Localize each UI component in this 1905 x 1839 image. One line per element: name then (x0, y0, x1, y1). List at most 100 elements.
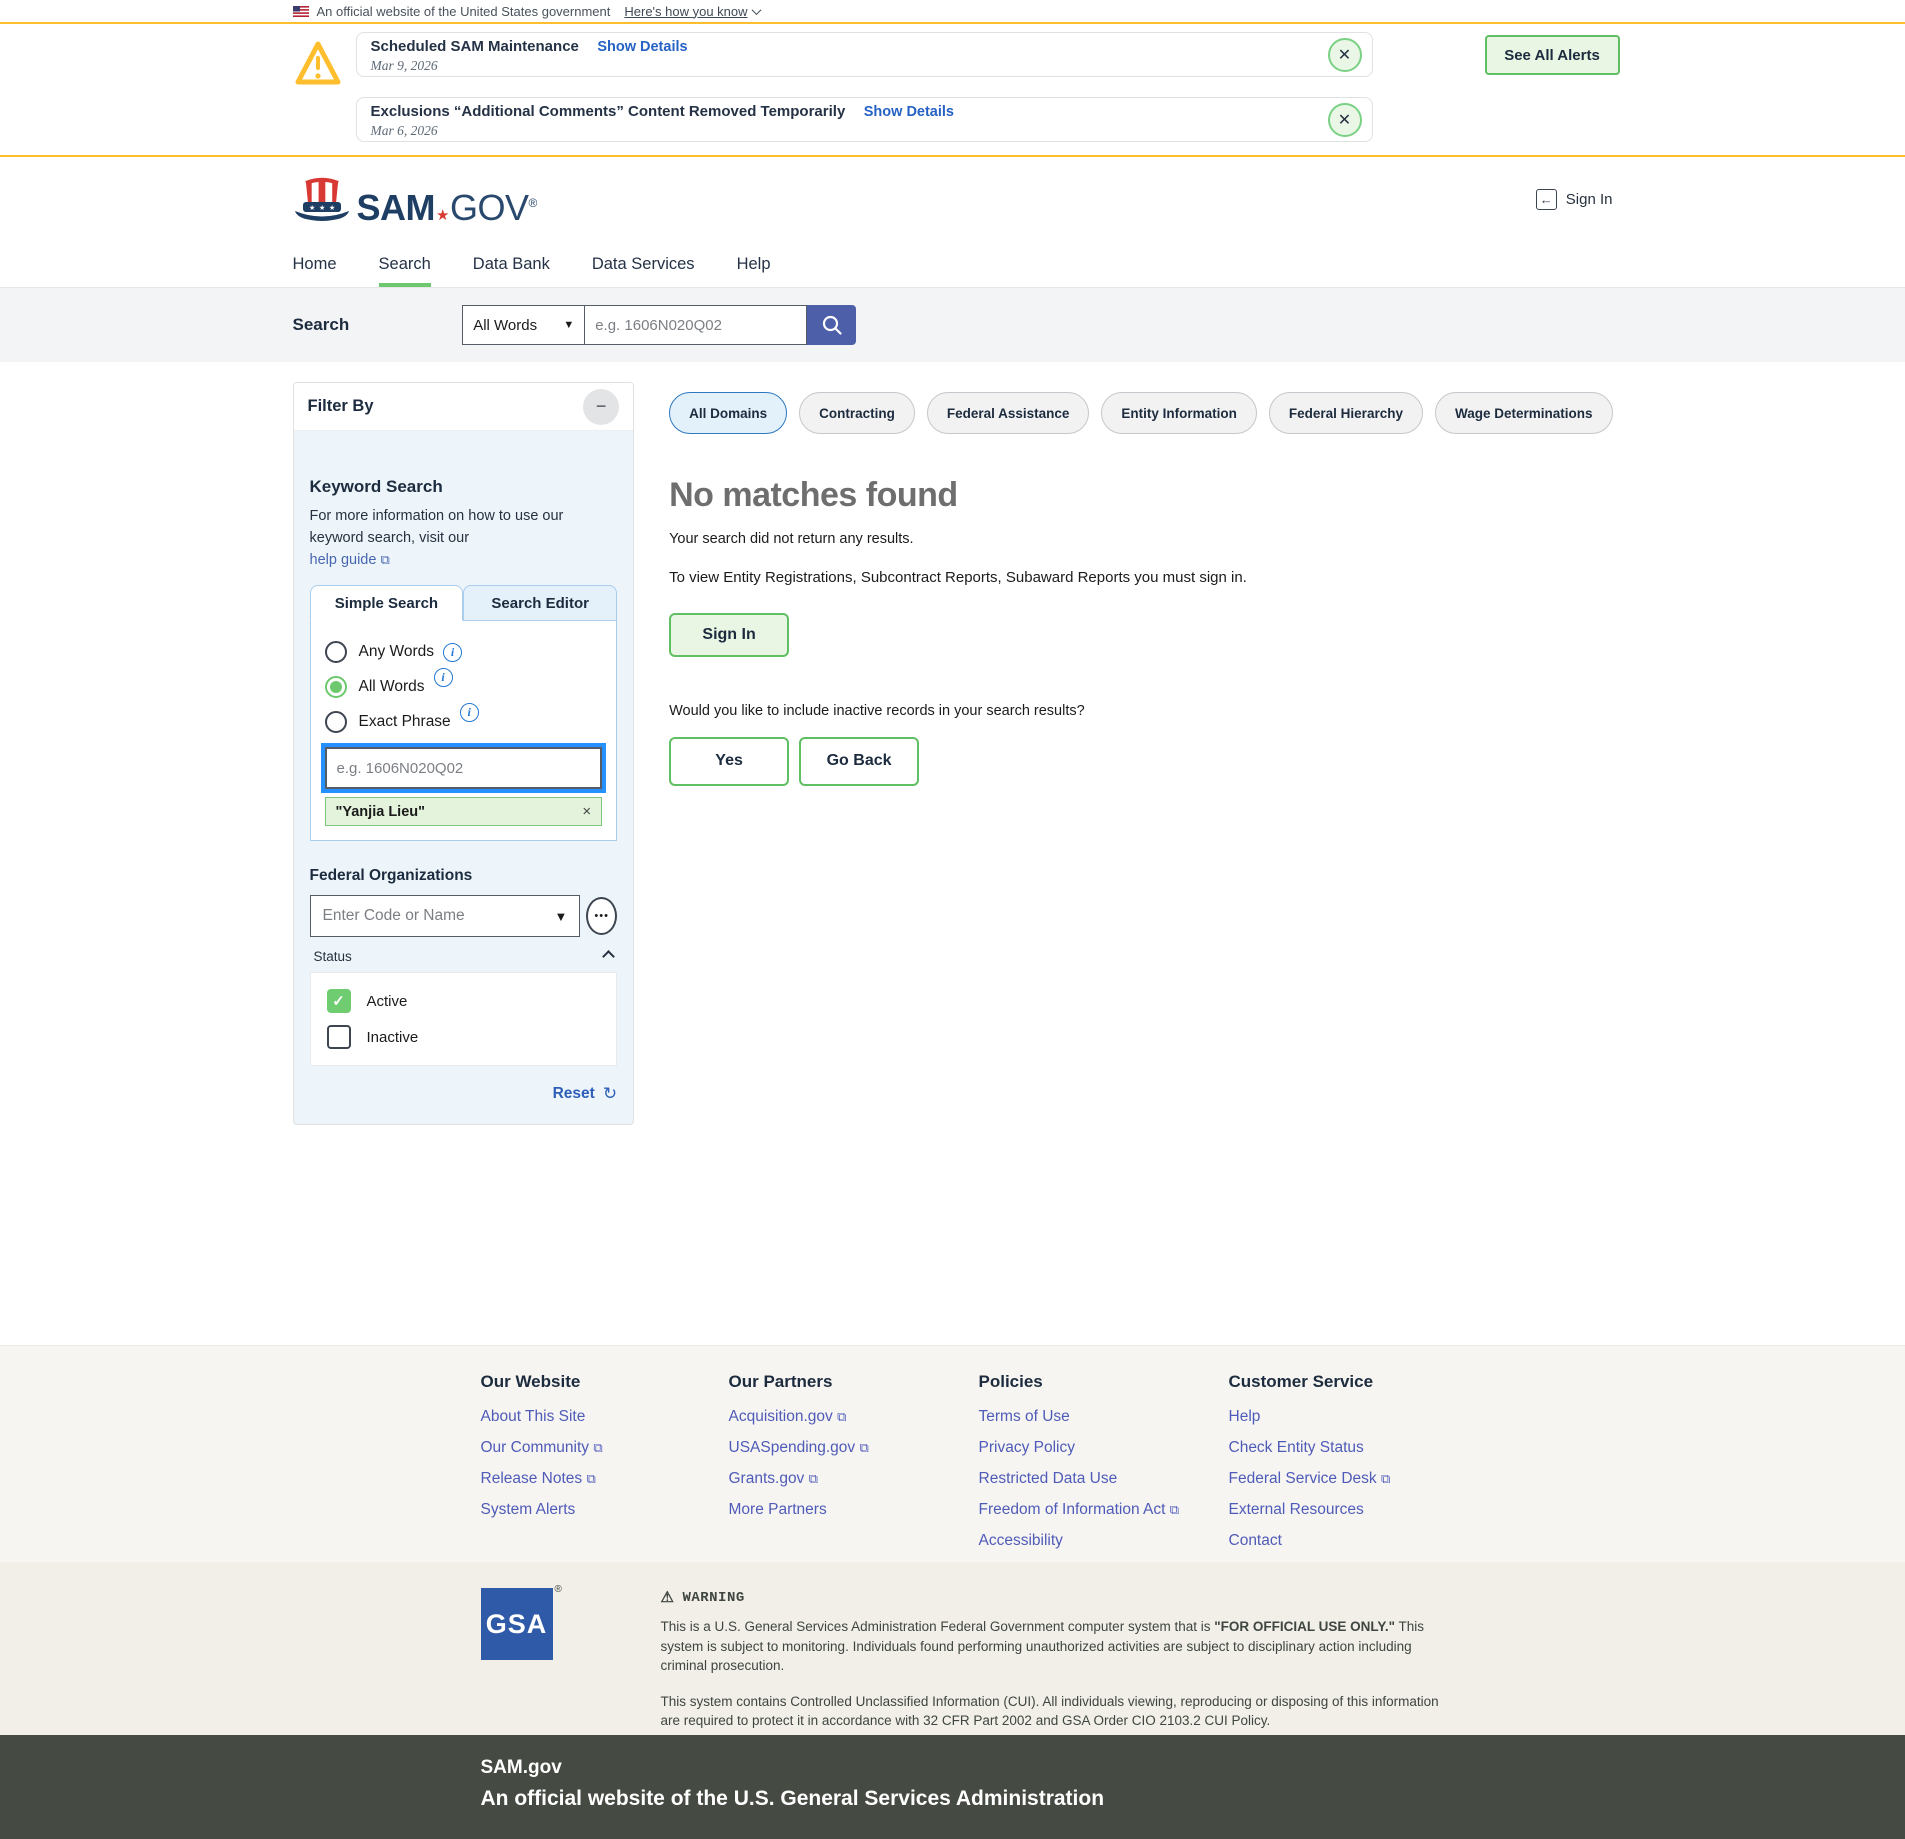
search-mode-select[interactable]: All Words ▼ (462, 305, 585, 345)
footer-link-acquisition-gov[interactable]: Acquisition.gov ⧉ (729, 1408, 979, 1426)
status-accordion-header[interactable]: Status (310, 949, 618, 964)
banner-how-link[interactable]: Here's how you know (624, 4, 759, 19)
close-alert-button[interactable]: ✕ (1328, 38, 1362, 72)
svg-text:★: ★ (309, 204, 315, 212)
alert-date: Mar 6, 2026 (371, 123, 1312, 139)
results-area: All Domains Contracting Federal Assistan… (669, 382, 1612, 786)
reset-filters-link[interactable]: Reset (553, 1085, 595, 1103)
search-input[interactable] (585, 305, 807, 345)
tab-search-editor[interactable]: Search Editor (463, 585, 617, 621)
usa-gov-banner: An official website of the United States… (0, 0, 1905, 24)
federal-organizations-select[interactable]: Enter Code or Name ▼ (310, 895, 581, 937)
domain-tab-entity-information[interactable]: Entity Information (1101, 392, 1257, 434)
footer-link-usaspending-gov[interactable]: USASpending.gov ⧉ (729, 1439, 979, 1457)
radio-any-words[interactable] (325, 641, 347, 663)
domain-tab-all-domains[interactable]: All Domains (669, 392, 787, 434)
alert: Exclusions “Additional Comments” Content… (356, 97, 1373, 142)
close-alert-button[interactable]: ✕ (1328, 103, 1362, 137)
chevron-down-icon: ▼ (563, 319, 574, 331)
footer-link-about-this-site[interactable]: About This Site (481, 1408, 729, 1426)
status-options: ✓ Active Inactive (310, 972, 618, 1066)
identity-footer: SAM.gov An official website of the U.S. … (0, 1735, 1905, 1839)
yes-button[interactable]: Yes (669, 737, 789, 786)
footer-link-more-partners[interactable]: More Partners (729, 1501, 979, 1519)
remove-chip-icon[interactable]: × (582, 803, 591, 820)
tab-simple-search[interactable]: Simple Search (310, 585, 464, 621)
radio-label: Any Words (359, 643, 435, 661)
nav-item-search[interactable]: Search (379, 242, 431, 287)
footer-link-check-entity-status[interactable]: Check Entity Status (1229, 1439, 1479, 1457)
keyword-input[interactable] (325, 747, 603, 789)
footer-link-restricted-data-use[interactable]: Restricted Data Use (979, 1470, 1229, 1488)
federal-organizations-heading: Federal Organizations (310, 867, 618, 885)
nav-item-home[interactable]: Home (293, 242, 337, 287)
minus-icon: − (596, 396, 607, 416)
show-details-link[interactable]: Show Details (864, 104, 954, 120)
footer-column-policies: Policies Terms of Use Privacy Policy Res… (979, 1372, 1229, 1563)
warning-heading: ⚠ WARNING (661, 1588, 1461, 1607)
footer-link-federal-service-desk[interactable]: Federal Service Desk ⧉ (1229, 1470, 1479, 1488)
footer-link-privacy-policy[interactable]: Privacy Policy (979, 1439, 1229, 1457)
external-link-icon: ⧉ (1170, 1502, 1179, 1517)
footer-link-help[interactable]: Help (1229, 1408, 1479, 1426)
sign-in-link[interactable]: ← Sign In (1536, 189, 1613, 210)
footer-tagline: An official website of the U.S. General … (481, 1787, 1613, 1811)
close-icon: ✕ (1338, 110, 1351, 130)
radio-label: All Words (359, 678, 425, 696)
collapse-filters-button[interactable]: − (583, 389, 619, 425)
keyword-search-info: For more information on how to use our k… (310, 506, 618, 571)
alert-title: Scheduled SAM Maintenance (371, 38, 579, 55)
show-details-link[interactable]: Show Details (597, 39, 687, 55)
checkbox-active[interactable]: ✓ (327, 989, 351, 1013)
footer-link-external-resources[interactable]: External Resources (1229, 1501, 1479, 1519)
help-guide-link[interactable]: help guide ⧉ (310, 552, 390, 568)
checkbox-inactive[interactable] (327, 1025, 351, 1049)
radio-label: Exact Phrase (359, 713, 451, 731)
go-back-button[interactable]: Go Back (799, 737, 919, 786)
search-band: Search All Words ▼ (0, 287, 1905, 362)
reset-icon[interactable]: ↻ (603, 1084, 617, 1104)
external-link-icon: ⧉ (593, 1440, 602, 1455)
domain-tab-wage-determinations[interactable]: Wage Determinations (1435, 392, 1613, 434)
nav-item-data-services[interactable]: Data Services (592, 242, 695, 287)
footer-link-foia[interactable]: Freedom of Information Act ⧉ (979, 1501, 1229, 1519)
info-icon[interactable]: i (443, 643, 462, 662)
nav-item-help[interactable]: Help (737, 242, 771, 287)
warning-icon: ⚠ (661, 1588, 675, 1607)
external-link-icon: ⧉ (586, 1471, 595, 1486)
info-icon[interactable]: i (460, 703, 479, 722)
checkbox-label: Inactive (367, 1029, 419, 1046)
checkbox-label: Active (367, 993, 408, 1010)
alert-date: Mar 9, 2026 (371, 58, 1312, 74)
radio-exact-phrase[interactable] (325, 711, 347, 733)
search-submit-button[interactable] (807, 305, 856, 345)
filter-panel-title: Filter By (308, 397, 374, 416)
see-all-alerts-button[interactable]: See All Alerts (1485, 35, 1620, 75)
search-label: Search (293, 315, 350, 335)
status-label: Status (314, 949, 352, 964)
footer-link-contact[interactable]: Contact (1229, 1532, 1479, 1550)
sign-in-button[interactable]: Sign In (669, 613, 789, 657)
radio-all-words[interactable] (325, 676, 347, 698)
keyword-chip: "Yanjia Lieu" × (325, 797, 603, 826)
footer-link-accessibility[interactable]: Accessibility (979, 1532, 1229, 1550)
footer-link-system-alerts[interactable]: System Alerts (481, 1501, 729, 1519)
footer-link-our-community[interactable]: Our Community ⧉ (481, 1439, 729, 1457)
warning-triangle-icon (293, 36, 343, 92)
domain-tab-contracting[interactable]: Contracting (799, 392, 915, 434)
external-link-icon: ⧉ (859, 1440, 868, 1455)
footer-link-release-notes[interactable]: Release Notes ⧉ (481, 1470, 729, 1488)
footer-link-grants-gov[interactable]: Grants.gov ⧉ (729, 1470, 979, 1488)
domain-tab-federal-hierarchy[interactable]: Federal Hierarchy (1269, 392, 1423, 434)
nav-item-data-bank[interactable]: Data Bank (473, 242, 550, 287)
more-organizations-button[interactable]: ••• (586, 897, 617, 935)
domain-tab-federal-assistance[interactable]: Federal Assistance (927, 392, 1090, 434)
simple-search-panel: Any Words i All Words i Exact Phrase i (310, 621, 618, 841)
keyword-search-tabs: Simple Search Search Editor (310, 585, 618, 621)
sign-in-required-text: To view Entity Registrations, Subcontrac… (669, 567, 1299, 589)
footer-heading: Our Website (481, 1372, 729, 1392)
sam-gov-logo[interactable]: ★ ★ ★ SAM★GOV® (293, 175, 537, 225)
info-icon[interactable]: i (434, 668, 453, 687)
footer-link-terms-of-use[interactable]: Terms of Use (979, 1408, 1229, 1426)
us-flag-icon (293, 6, 309, 17)
